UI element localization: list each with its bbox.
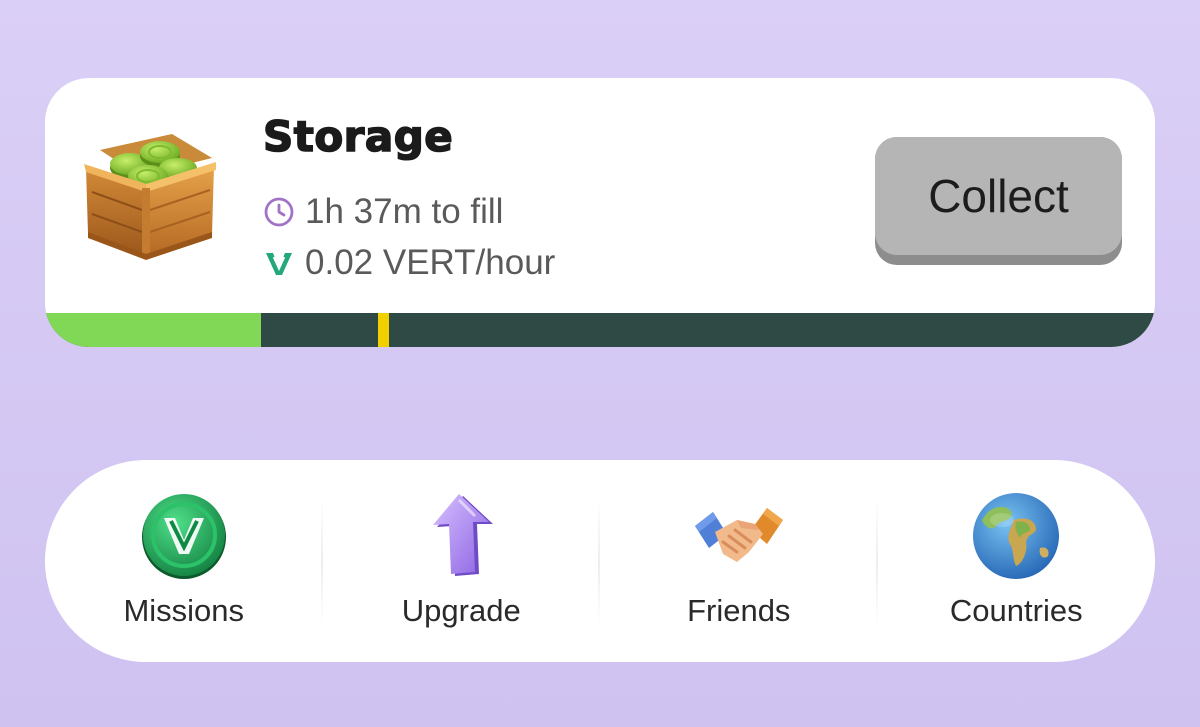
vert-logo-icon — [266, 253, 292, 275]
clock-icon — [264, 197, 294, 227]
globe-icon — [973, 493, 1060, 579]
vert-coin-icon — [141, 494, 226, 579]
handshake-icon — [694, 508, 783, 562]
nav-label-countries: Countries — [949, 593, 1083, 628]
nav-label-missions: Missions — [123, 593, 245, 628]
storage-progress-marker — [378, 313, 389, 347]
up-arrow-icon — [433, 494, 494, 576]
nav-item-upgrade[interactable]: Upgrade — [323, 460, 600, 662]
fill-time-text: 1h 37m to fill — [305, 192, 504, 231]
storage-title: Storage — [262, 111, 454, 162]
storage-progress-bar — [45, 313, 1155, 347]
collect-button-label: Collect — [875, 137, 1122, 255]
rate-row: 0.02 VERT/hour — [263, 243, 555, 283]
coin-crate-icon — [84, 134, 216, 260]
nav-label-friends: Friends — [687, 593, 791, 628]
storage-progress-fill — [45, 313, 261, 347]
fill-time-row: 1h 37m to fill — [263, 192, 503, 232]
collect-button[interactable]: Collect — [875, 137, 1122, 265]
nav-item-friends[interactable]: Friends — [600, 460, 878, 662]
nav-label-upgrade: Upgrade — [401, 593, 521, 628]
rate-text: 0.02 VERT/hour — [305, 243, 556, 282]
nav-item-missions[interactable]: Missions — [45, 460, 323, 662]
bottom-nav: Missions Upgrade Friends Countries — [45, 460, 1155, 662]
nav-item-countries[interactable]: Countries — [878, 460, 1156, 662]
